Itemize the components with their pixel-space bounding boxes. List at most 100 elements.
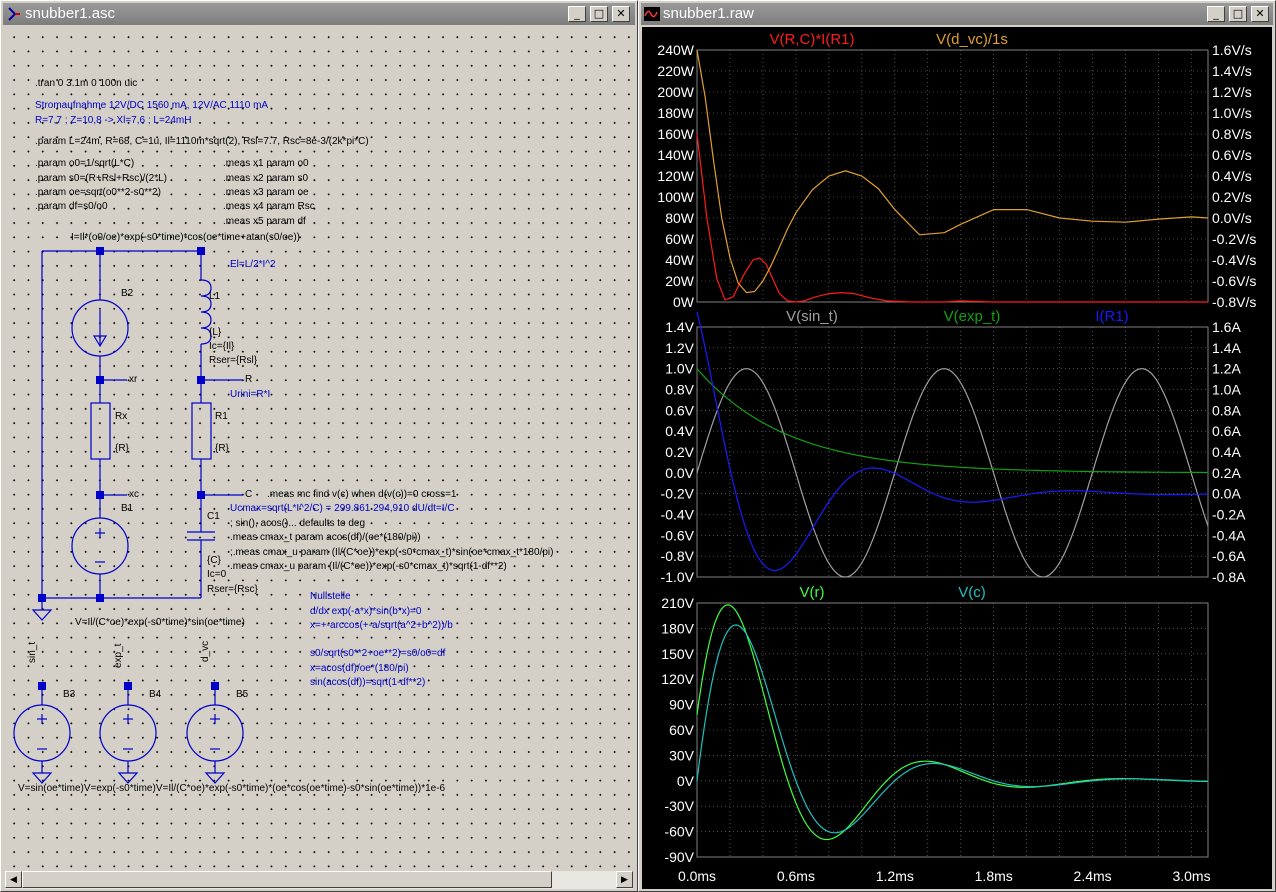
y-tick-label-left: -30V: [664, 798, 694, 814]
r1-value[interactable]: {R}: [215, 443, 229, 455]
meas-x4[interactable]: .meas x4 param Rsc: [223, 201, 315, 213]
minimize-button[interactable]: _: [568, 6, 586, 22]
trace-v-d-vc-1s: [696, 49, 1209, 294]
net-label-r[interactable]: R: [245, 374, 252, 386]
y-tick-label-right: 1.0A: [1212, 382, 1241, 398]
y-tick-label-left: 1.2V: [665, 340, 694, 356]
y-tick-label-left: 220W: [657, 63, 694, 79]
comment-values[interactable]: R=7,7 ; Z=10,8 -> Xl=7,6 ; L=24mH: [35, 115, 191, 127]
formula-x[interactable]: x=acos(df)/oe*(180/pi): [310, 663, 409, 675]
ucmax-comment[interactable]: Ucmax=sqrt(L*I^2/C) = 299.861 294,910 dU…: [230, 503, 455, 515]
legend-label: I(R1): [1095, 308, 1128, 325]
minimize-button[interactable]: _: [1207, 6, 1225, 22]
legend-label: V(r): [800, 584, 825, 601]
waveform-plot-area[interactable]: 240W 220W 200W 180W 160W 140W 120W 100W 80W 60W 40…: [642, 27, 1272, 889]
b1-name[interactable]: B1: [121, 503, 133, 515]
l1-rser[interactable]: Rser={Rsl}: [209, 355, 257, 367]
b2-name[interactable]: B2: [121, 288, 133, 300]
meas-cmax-t[interactable]: .meas cmax_t param acos(df)/(oe*(180/pi)…: [230, 532, 421, 544]
meas-mc[interactable]: .meas mc find v(c) when d(v(c))=0 cross=…: [267, 489, 457, 501]
bsource-expressions[interactable]: V=sin(oe*time)V=exp(-s0*time)V=Il/(C*oe)…: [18, 783, 445, 795]
l1-value[interactable]: {L}: [209, 327, 221, 339]
y-tick-label-right: -0.2V/s: [1212, 231, 1256, 247]
formula-sin[interactable]: sin(acos(df))=sqrt(1-df**2): [310, 677, 425, 689]
b1-expression[interactable]: V=Il/(C*oe)*exp(-s0*time)*sin(oe*time): [75, 617, 245, 629]
y-tick-label-left: 0.8V: [665, 382, 694, 398]
meas-x1[interactable]: .meas x1 param o0: [223, 158, 309, 170]
y-tick-label-left: 0W: [673, 294, 695, 310]
b2-expression[interactable]: I=Il*(o0/oe)*exp(-s0*time)*cos(oe*time+a…: [71, 232, 300, 244]
urini-label[interactable]: Urini=R*I: [230, 389, 270, 401]
y-tick-label-right: 1.4V/s: [1212, 63, 1252, 79]
meas-x2[interactable]: .meas x2 param s0: [223, 173, 308, 185]
y-tick-label-left: 140W: [657, 147, 694, 163]
b5-name[interactable]: B5: [236, 689, 248, 701]
y-tick-label-left: 180W: [657, 105, 694, 121]
c1-rser[interactable]: Rser={Rsc}: [207, 584, 258, 596]
y-tick-label-left: 30V: [669, 747, 695, 763]
trace-v-c-: [696, 624, 1208, 834]
net-label-sin-t[interactable]: sin_t: [27, 642, 39, 663]
y-tick-label-left: 0.0V: [665, 465, 694, 481]
maximize-button[interactable]: □: [590, 6, 608, 22]
b4-name[interactable]: B4: [149, 689, 161, 701]
net-label-d-vc[interactable]: d_vc: [200, 641, 212, 662]
rx-value[interactable]: {R}: [115, 443, 129, 455]
y-tick-label-left: 120V: [661, 671, 694, 687]
maximize-button[interactable]: □: [1229, 6, 1247, 22]
param-s0[interactable]: .param s0=(R+Rsl+Rsc)/(2*L): [35, 173, 167, 185]
b3-name[interactable]: B3: [63, 689, 75, 701]
y-tick-label-left: -0.8V: [661, 548, 695, 564]
y-tick-label-left: 0V: [677, 773, 695, 789]
c1-ic[interactable]: Ic=0: [207, 569, 226, 581]
y-tick-label-right: -0.2A: [1212, 507, 1246, 523]
param-oe[interactable]: .param oe=sqrt(o0**2-s0**2): [35, 187, 161, 199]
scroll-left-button[interactable]: ◀: [5, 871, 22, 888]
c1-name[interactable]: C1: [207, 511, 220, 523]
y-tick-label-right: 1.6V/s: [1212, 42, 1252, 58]
y-tick-label-left: 240W: [657, 42, 694, 58]
nullstelle-title[interactable]: Nullstelle: [310, 591, 351, 603]
scroll-right-button[interactable]: ▶: [616, 871, 633, 888]
close-button[interactable]: ✕: [1251, 6, 1269, 22]
net-label-c[interactable]: C: [245, 489, 252, 501]
meas-cmax-u-commented[interactable]: ;.meas cmax_u param (Il/(C*oe))*exp(-s0*…: [230, 547, 553, 559]
waveform-titlebar[interactable]: snubber1.raw _ □ ✕: [641, 3, 1273, 25]
rx-name[interactable]: Rx: [115, 411, 127, 423]
directive-tran[interactable]: .tran 0 3.1m 0 100n uic: [35, 78, 137, 90]
legend-label: V(d_vc)/1s: [936, 31, 1008, 48]
param-o0[interactable]: .param o0=1/sqrt(L*C): [35, 158, 134, 170]
meas-cmax-u[interactable]: .meas cmax_u param (Il/(C*oe))*exp(-s0*c…: [230, 561, 507, 573]
schematic-canvas[interactable]: .tran 0 3.1m 0 100n uic Stromaufnahme 12…: [5, 28, 633, 871]
nullstelle-derivative[interactable]: d/dx exp(-a*x)*sin(b*x)=0: [310, 606, 421, 618]
y-tick-label-right: 0.2V/s: [1212, 189, 1252, 205]
schematic-titlebar[interactable]: snubber1.asc _ □ ✕: [3, 3, 635, 25]
nullstelle-solution[interactable]: x=+-arccos(+-a/sqrt(a^2+b^2))/b: [310, 620, 453, 632]
y-tick-label-left: -90V: [664, 849, 694, 865]
param-main[interactable]: .param L=24m, R=68, C=1u, Il=1110m*sqrt(…: [35, 136, 369, 148]
waveform-plots[interactable]: 240W 220W 200W 180W 160W 140W 120W 100W 80W 60W 40…: [642, 27, 1272, 889]
y-tick-label-right: 0.6V/s: [1212, 147, 1252, 163]
l1-name[interactable]: L1: [209, 291, 220, 303]
r1-name[interactable]: R1: [215, 411, 228, 423]
schematic-hscrollbar[interactable]: ◀ ▶: [5, 871, 633, 889]
net-label-xr[interactable]: xr: [129, 374, 137, 386]
close-button[interactable]: ✕: [612, 6, 630, 22]
param-df[interactable]: .param df=s0/o0: [35, 201, 108, 213]
y-tick-label-right: -0.8V/s: [1212, 294, 1256, 310]
net-label-exp-t[interactable]: exp_t: [113, 644, 125, 668]
el-label[interactable]: El=L/2*I^2: [230, 259, 276, 271]
y-tick-label-left: 60W: [665, 231, 695, 247]
comment-current[interactable]: Stromaufnahme 12V/DC 1560 mA, 12V/AC 111…: [35, 100, 268, 112]
comment-deg[interactable]: ; sin(), acos()... defaults to deg: [230, 518, 365, 530]
l1-ic[interactable]: Ic={Il}: [209, 341, 234, 353]
c1-value[interactable]: {C}: [207, 555, 221, 567]
legend-label: V(sin_t): [786, 308, 838, 325]
meas-x3[interactable]: .meas x3 param oe: [223, 187, 309, 199]
net-label-xc[interactable]: xc: [129, 489, 139, 501]
scroll-thumb[interactable]: [22, 871, 552, 888]
formula-df[interactable]: s0/sqrt(s0**2+oe**2)=s0/o0=df: [310, 648, 445, 660]
y-tick-label-right: 1.2A: [1212, 361, 1241, 377]
y-tick-label-right: 0.0A: [1212, 486, 1241, 502]
meas-x5[interactable]: .meas x5 param df: [223, 216, 306, 228]
